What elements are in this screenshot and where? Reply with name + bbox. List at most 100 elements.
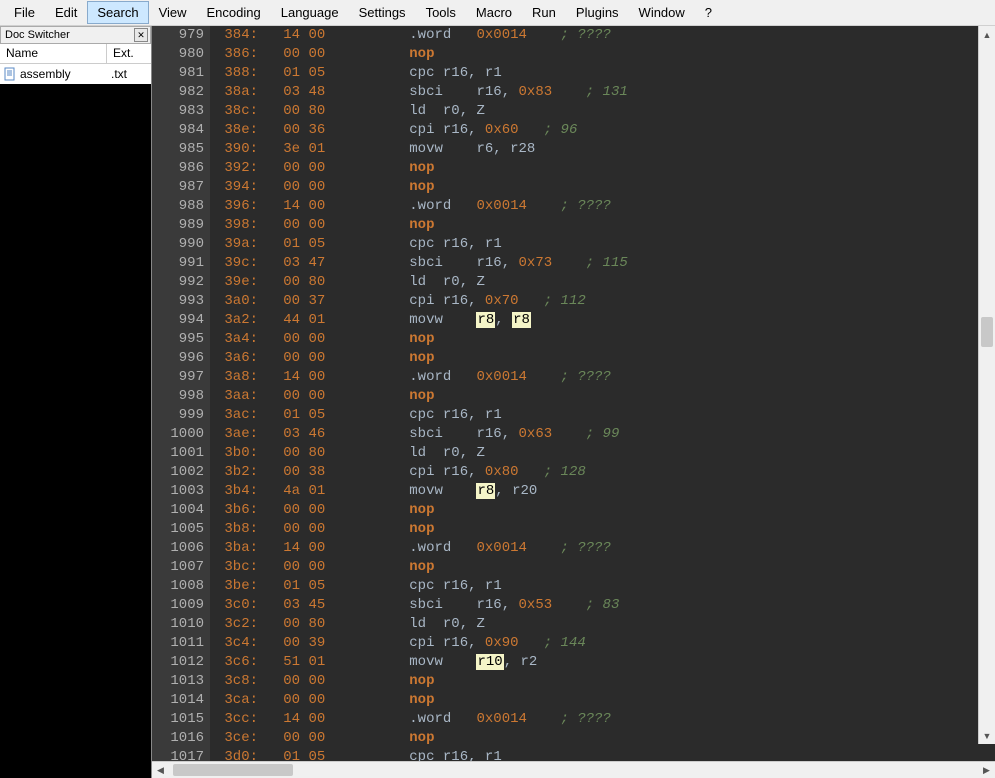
line-number: 979	[152, 26, 204, 45]
line-number: 1002	[152, 463, 204, 482]
menu-run[interactable]: Run	[522, 1, 566, 24]
menubar: FileEditSearchViewEncodingLanguageSettin…	[0, 0, 995, 26]
line-number: 1013	[152, 672, 204, 691]
code-line[interactable]: 39a: 01 05 cpc r16, r1	[210, 235, 995, 254]
code-line[interactable]: 38e: 00 36 cpi r16, 0x60 ; 96	[210, 121, 995, 140]
menu-language[interactable]: Language	[271, 1, 349, 24]
column-name[interactable]: Name	[0, 44, 107, 63]
code-line[interactable]: 3bc: 00 00 nop	[210, 558, 995, 577]
line-number: 980	[152, 45, 204, 64]
code-line[interactable]: 39c: 03 47 sbci r16, 0x73 ; 115	[210, 254, 995, 273]
line-number: 989	[152, 216, 204, 235]
line-number: 993	[152, 292, 204, 311]
menu-tools[interactable]: Tools	[416, 1, 466, 24]
code-line[interactable]: 3c0: 03 45 sbci r16, 0x53 ; 83	[210, 596, 995, 615]
code-line[interactable]: 3b0: 00 80 ld r0, Z	[210, 444, 995, 463]
code-line[interactable]: 3ce: 00 00 nop	[210, 729, 995, 748]
line-number: 981	[152, 64, 204, 83]
code-line[interactable]: 386: 00 00 nop	[210, 45, 995, 64]
file-columns-header: Name Ext.	[0, 44, 151, 64]
code-line[interactable]: 3cc: 14 00 .word 0x0014 ; ????	[210, 710, 995, 729]
code-line[interactable]: 3ba: 14 00 .word 0x0014 ; ????	[210, 539, 995, 558]
doc-switcher-header: Doc Switcher ✕	[0, 26, 151, 44]
code-line[interactable]: 398: 00 00 nop	[210, 216, 995, 235]
code-line[interactable]: 3a2: 44 01 movw r8, r8	[210, 311, 995, 330]
vscroll-track[interactable]	[979, 43, 995, 727]
code-line[interactable]: 396: 14 00 .word 0x0014 ; ????	[210, 197, 995, 216]
line-number: 999	[152, 406, 204, 425]
code-line[interactable]: 3a8: 14 00 .word 0x0014 ; ????	[210, 368, 995, 387]
line-number: 1012	[152, 653, 204, 672]
line-number: 988	[152, 197, 204, 216]
code-line[interactable]: 3c8: 00 00 nop	[210, 672, 995, 691]
line-number: 992	[152, 273, 204, 292]
line-number: 1017	[152, 748, 204, 761]
line-number: 1015	[152, 710, 204, 729]
code-line[interactable]: 3ae: 03 46 sbci r16, 0x63 ; 99	[210, 425, 995, 444]
menu-plugins[interactable]: Plugins	[566, 1, 629, 24]
menu-settings[interactable]: Settings	[349, 1, 416, 24]
line-number: 1004	[152, 501, 204, 520]
hscroll-track[interactable]	[169, 762, 978, 778]
line-number: 1014	[152, 691, 204, 710]
code-line[interactable]: 3c6: 51 01 movw r10, r2	[210, 653, 995, 672]
close-icon[interactable]: ✕	[134, 28, 148, 42]
code-line[interactable]: 3be: 01 05 cpc r16, r1	[210, 577, 995, 596]
code-line[interactable]: 3b2: 00 38 cpi r16, 0x80 ; 128	[210, 463, 995, 482]
code-area[interactable]: 384: 14 00 .word 0x0014 ; ???? 386: 00 0…	[210, 26, 995, 761]
code-line[interactable]: 394: 00 00 nop	[210, 178, 995, 197]
line-number: 1006	[152, 539, 204, 558]
line-number: 1001	[152, 444, 204, 463]
column-ext[interactable]: Ext.	[107, 44, 151, 63]
line-number: 1003	[152, 482, 204, 501]
code-line[interactable]: 39e: 00 80 ld r0, Z	[210, 273, 995, 292]
code-line[interactable]: 3b4: 4a 01 movw r8, r20	[210, 482, 995, 501]
code-line[interactable]: 390: 3e 01 movw r6, r28	[210, 140, 995, 159]
menu-encoding[interactable]: Encoding	[197, 1, 271, 24]
line-number: 1007	[152, 558, 204, 577]
code-line[interactable]: 3aa: 00 00 nop	[210, 387, 995, 406]
menu-window[interactable]: Window	[629, 1, 695, 24]
editor-viewport[interactable]: 9799809819829839849859869879889899909919…	[152, 26, 995, 761]
menu-file[interactable]: File	[4, 1, 45, 24]
code-line[interactable]: 3a6: 00 00 nop	[210, 349, 995, 368]
code-line[interactable]: 3a4: 00 00 nop	[210, 330, 995, 349]
code-line[interactable]: 388: 01 05 cpc r16, r1	[210, 64, 995, 83]
scroll-right-icon[interactable]: ▶	[978, 762, 995, 778]
code-line[interactable]: 3ca: 00 00 nop	[210, 691, 995, 710]
code-line[interactable]: 3b6: 00 00 nop	[210, 501, 995, 520]
menu-macro[interactable]: Macro	[466, 1, 522, 24]
menu-view[interactable]: View	[149, 1, 197, 24]
line-number: 986	[152, 159, 204, 178]
code-line[interactable]: 3c4: 00 39 cpi r16, 0x90 ; 144	[210, 634, 995, 653]
code-line[interactable]: 392: 00 00 nop	[210, 159, 995, 178]
scroll-down-icon[interactable]: ▼	[979, 727, 995, 744]
code-line[interactable]: 384: 14 00 .word 0x0014 ; ????	[210, 26, 995, 45]
line-number: 997	[152, 368, 204, 387]
line-number: 1005	[152, 520, 204, 539]
scroll-up-icon[interactable]: ▲	[979, 26, 995, 43]
list-item[interactable]: assembly.txt	[0, 64, 151, 84]
menu-[interactable]: ?	[695, 1, 722, 24]
code-line[interactable]: 38c: 00 80 ld r0, Z	[210, 102, 995, 121]
file-name: assembly	[20, 67, 107, 81]
line-number: 990	[152, 235, 204, 254]
file-list: assembly.txt	[0, 64, 151, 84]
vscroll-thumb[interactable]	[981, 317, 993, 347]
code-line[interactable]: 38a: 03 48 sbci r16, 0x83 ; 131	[210, 83, 995, 102]
code-line[interactable]: 3ac: 01 05 cpc r16, r1	[210, 406, 995, 425]
scroll-left-icon[interactable]: ◀	[152, 762, 169, 778]
line-number: 1010	[152, 615, 204, 634]
line-number: 1008	[152, 577, 204, 596]
hscroll-thumb[interactable]	[173, 764, 293, 776]
horizontal-scrollbar[interactable]: ◀ ▶	[152, 761, 995, 778]
line-number: 991	[152, 254, 204, 273]
menu-search[interactable]: Search	[87, 1, 148, 24]
code-line[interactable]: 3b8: 00 00 nop	[210, 520, 995, 539]
line-number: 984	[152, 121, 204, 140]
code-line[interactable]: 3d0: 01 05 cpc r16, r1	[210, 748, 995, 761]
code-line[interactable]: 3a0: 00 37 cpi r16, 0x70 ; 112	[210, 292, 995, 311]
menu-edit[interactable]: Edit	[45, 1, 87, 24]
vertical-scrollbar[interactable]: ▲ ▼	[978, 26, 995, 744]
code-line[interactable]: 3c2: 00 80 ld r0, Z	[210, 615, 995, 634]
